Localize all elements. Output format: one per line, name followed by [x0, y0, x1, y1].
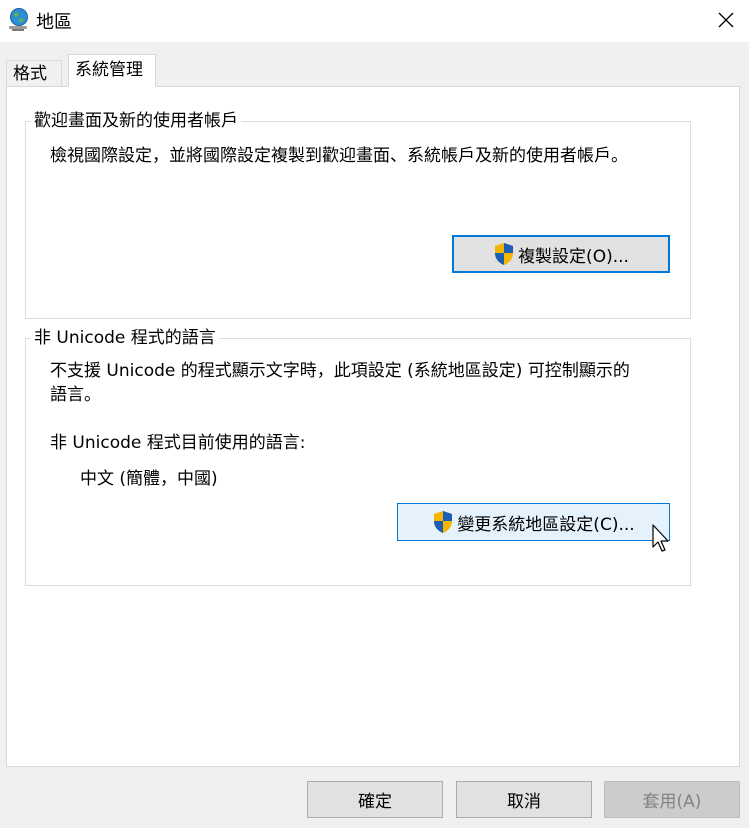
tab-administrative[interactable]: 系統管理: [68, 54, 156, 87]
ok-label: 確定: [358, 792, 392, 812]
cancel-button[interactable]: 取消: [456, 781, 592, 818]
tab-label: 系統管理: [75, 60, 143, 80]
close-icon: [718, 12, 734, 28]
current-language-label: 非 Unicode 程式目前使用的語言:: [50, 433, 306, 453]
uac-shield-icon: [434, 511, 453, 533]
current-language-value: 中文 (簡體，中國): [80, 469, 218, 489]
apply-button[interactable]: 套用(A): [604, 781, 740, 818]
tab-panel-administrative: 歡迎畫面及新的使用者帳戶 檢視國際設定，並將國際設定複製到歡迎畫面、系統帳戶及新…: [6, 86, 740, 767]
copy-settings-label: 複製設定(O)...: [518, 246, 629, 267]
close-button[interactable]: [703, 0, 749, 40]
change-system-locale-label: 變更系統地區設定(C)...: [457, 514, 635, 535]
non-unicode-description-cont: 語言。: [50, 385, 101, 405]
uac-shield-icon: [495, 243, 514, 265]
apply-label: 套用(A): [642, 792, 702, 812]
group-title: 非 Unicode 程式的語言: [31, 327, 219, 349]
tab-label: 格式: [13, 64, 47, 84]
group-title: 歡迎畫面及新的使用者帳戶: [31, 110, 241, 132]
cancel-label: 取消: [507, 792, 541, 812]
welcome-description: 檢視國際設定，並將國際設定複製到歡迎畫面、系統帳戶及新的使用者帳戶。: [50, 146, 628, 166]
title-bar: 地區: [0, 0, 749, 42]
non-unicode-description: 不支援 Unicode 的程式顯示文字時，此項設定 (系統地區設定) 可控制顯示…: [50, 361, 630, 381]
window-title: 地區: [36, 12, 72, 33]
mouse-pointer-icon: [652, 524, 669, 552]
copy-settings-button[interactable]: 複製設定(O)...: [452, 235, 670, 273]
ok-button[interactable]: 確定: [307, 781, 443, 818]
globe-icon: [9, 8, 28, 31]
non-unicode-group: 非 Unicode 程式的語言 不支援 Unicode 的程式顯示文字時，此項設…: [25, 327, 691, 586]
welcome-screen-group: 歡迎畫面及新的使用者帳戶 檢視國際設定，並將國際設定複製到歡迎畫面、系統帳戶及新…: [25, 110, 691, 319]
change-system-locale-button[interactable]: 變更系統地區設定(C)...: [397, 503, 670, 541]
tab-formats[interactable]: 格式: [6, 60, 62, 86]
